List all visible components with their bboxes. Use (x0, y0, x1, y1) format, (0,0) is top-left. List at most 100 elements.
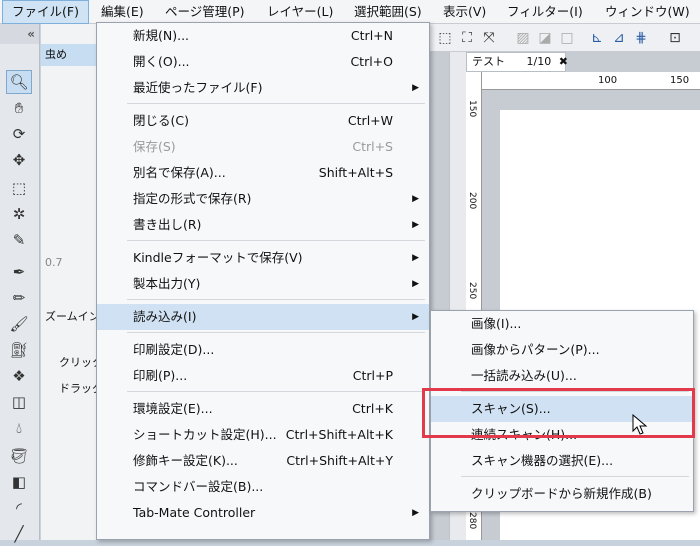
menu-item-label: 読み込み(I) (133, 309, 197, 324)
menu-view[interactable]: 表示(V) (434, 0, 495, 24)
ruler-label: 150 (467, 100, 477, 118)
clear-outside-icon[interactable]: ▨ (514, 29, 532, 47)
menu-item-shortcut: Ctrl+O (350, 54, 393, 69)
menu-item-label: 指定の形式で保存(R) (133, 191, 252, 206)
menu-item-shortcut: Ctrl+Shift+Alt+Y (286, 453, 393, 468)
magic-wand-icon[interactable]: ✲ (6, 202, 32, 226)
menu-item[interactable]: スキャン機器の選択(E)... (431, 448, 693, 474)
menu-item[interactable]: 製本出力(Y) ▶ (97, 271, 429, 297)
ruler-label: 200 (467, 192, 477, 210)
menu-item-label: Tab-Mate Controller (133, 505, 256, 520)
menu-item[interactable]: 画像(I)... (431, 311, 693, 337)
menu-item[interactable]: 新規(N)... Ctrl+N (97, 23, 429, 49)
menu-item-label: 別名で保存(A)... (133, 165, 226, 180)
close-tab-icon[interactable]: ✖ (559, 55, 568, 68)
menu-filter[interactable]: フィルター(I) (498, 0, 592, 24)
menu-file[interactable]: ファイル(F) (2, 0, 89, 24)
ruler-label: 100 (598, 75, 618, 86)
menu-window[interactable]: ウィンドウ(W) (596, 0, 699, 24)
move-tool-icon[interactable]: ✥ (6, 148, 32, 172)
menu-item-shortcut: Ctrl+Shift+Alt+K (285, 427, 393, 442)
opacity-label: 0.7 (45, 256, 63, 269)
menu-layer[interactable]: レイヤー(L) (258, 0, 342, 24)
menu-item-label: 閉じる(C) (133, 113, 189, 128)
ruler-label: 150 (670, 75, 690, 86)
menu-item-label: 修飾キー設定(K)... (133, 453, 238, 468)
menu-item-shortcut: Ctrl+K (352, 401, 393, 416)
menu-item[interactable]: Kindleフォーマットで保存(V) ▶ (97, 245, 429, 271)
blend-icon[interactable]: 💧︎ (6, 416, 32, 440)
menu-edit[interactable]: 編集(E) (92, 0, 153, 24)
brush-icon[interactable]: 🖌︎ (6, 312, 32, 336)
document-tab[interactable]: テスト 1/10 ✖ (466, 52, 568, 72)
menu-item-label: 印刷設定(D)... (133, 342, 215, 357)
menu-item[interactable]: 印刷(P)... Ctrl+P (97, 363, 429, 389)
fill-icon[interactable]: ⛶ (458, 29, 476, 47)
menu-item-label: 書き出し(R) (133, 217, 202, 232)
menu-item[interactable]: 印刷設定(D)... (97, 337, 429, 363)
menu-item[interactable]: 開く(O)... Ctrl+O (97, 49, 429, 75)
menu-item[interactable]: 修飾キー設定(K)... Ctrl+Shift+Alt+Y (97, 448, 429, 474)
menu-item[interactable]: 環境設定(E)... Ctrl+K (97, 396, 429, 422)
select-rect-icon[interactable]: ⬚ (436, 29, 454, 47)
eraser-icon[interactable]: ◫ (6, 390, 32, 414)
menu-item[interactable]: 指定の形式で保存(R) ▶ (97, 186, 429, 212)
file-menu: 新規(N)... Ctrl+N 開く(O)... Ctrl+O 最近使ったファイル(F)… (96, 22, 430, 540)
transform-icon[interactable]: ⤧ (480, 29, 498, 47)
submenu-arrow-icon: ▶ (412, 83, 419, 93)
menu-item[interactable]: 閉じる(C) Ctrl+W (97, 108, 429, 134)
pencil-icon[interactable]: ✏ (6, 286, 32, 310)
menu-item[interactable]: 一括読み込み(U)... (431, 363, 693, 389)
select-tool-icon[interactable]: ⬚ (6, 176, 32, 200)
menu-item[interactable]: 別名で保存(A)... Shift+Alt+S (97, 160, 429, 186)
menu-item[interactable]: コマンドバー設定(B)... (97, 474, 429, 500)
submenu-arrow-icon: ▶ (412, 508, 419, 518)
ruler-icon[interactable]: ⊾ (588, 29, 606, 47)
pen-icon[interactable]: ✒ (6, 260, 32, 284)
menu-item[interactable]: ショートカット設定(H)... Ctrl+Shift+Alt+K (97, 422, 429, 448)
fill-bucket-icon[interactable]: 🪣︎ (6, 444, 32, 468)
menu-item-label: 新規(N)... (133, 28, 190, 43)
menu-item-label: コマンドバー設定(B)... (133, 479, 264, 494)
menu-item-label: スキャン機器の選択(E)... (471, 453, 614, 468)
collapse-button[interactable]: « (0, 24, 39, 44)
ruler-horizontal: 100 150 (482, 72, 700, 90)
menu-item-label: 最近使ったファイル(F) (133, 80, 263, 95)
sub-tool-zoom[interactable]: 虫め (41, 44, 99, 66)
hand-tool-icon[interactable]: ✋︎ (6, 96, 32, 120)
menu-item[interactable]: Tab-Mate Controller ▶ (97, 500, 429, 526)
eyedropper-icon[interactable]: ✎ (6, 228, 32, 252)
menu-item[interactable]: 画像からパターン(P)... (431, 337, 693, 363)
menu-item[interactable]: クリップボードから新規作成(B) (431, 481, 693, 507)
page-indicator: 1/10 (526, 55, 552, 68)
drag-label: ドラッグ (59, 382, 99, 395)
menu-item-label: 画像からパターン(P)... (471, 342, 600, 357)
menu-item[interactable]: 読み込み(I) ▶ (97, 304, 429, 330)
menu-item-label: 製本出力(Y) (133, 276, 201, 291)
ruler-label: 250 (467, 282, 477, 300)
decoration-icon[interactable]: ❖ (6, 364, 32, 388)
menu-item[interactable]: 最近使ったファイル(F) ▶ (97, 75, 429, 101)
frame-icon[interactable]: □ (558, 29, 576, 47)
submenu-arrow-icon: ▶ (412, 194, 419, 204)
flip-icon[interactable]: ⊡ (666, 29, 684, 47)
menu-item-label: 画像(I)... (471, 316, 522, 331)
menu-item-label: クリップボードから新規作成(B) (471, 486, 652, 501)
menu-item-label: ショートカット設定(H)... (133, 427, 277, 442)
submenu-arrow-icon: ▶ (412, 312, 419, 322)
menu-item-label: 一括読み込み(U)... (471, 368, 577, 383)
line-icon[interactable]: ╱ (6, 522, 32, 546)
perspective-icon[interactable]: ⊿ (610, 29, 628, 47)
zoom-tool-icon[interactable]: 🔍︎ (6, 70, 32, 94)
airbrush-icon[interactable]: ⛽︎ (6, 338, 32, 362)
grid-icon[interactable]: ⋕ (632, 29, 650, 47)
rotate-tool-icon[interactable]: ⟳ (6, 122, 32, 146)
figure-icon[interactable]: ◜ (6, 496, 32, 520)
gradient-icon[interactable]: ◧ (6, 470, 32, 494)
crop-icon[interactable]: ◪ (536, 29, 554, 47)
menu-selection[interactable]: 選択範囲(S) (345, 0, 431, 24)
menu-item[interactable]: 書き出し(R) ▶ (97, 212, 429, 238)
menu-page[interactable]: ページ管理(P) (156, 0, 254, 24)
highlight-annotation-box (422, 388, 695, 438)
menubar: ファイル(F) 編集(E) ページ管理(P) レイヤー(L) 選択範囲(S) 表… (0, 0, 700, 24)
